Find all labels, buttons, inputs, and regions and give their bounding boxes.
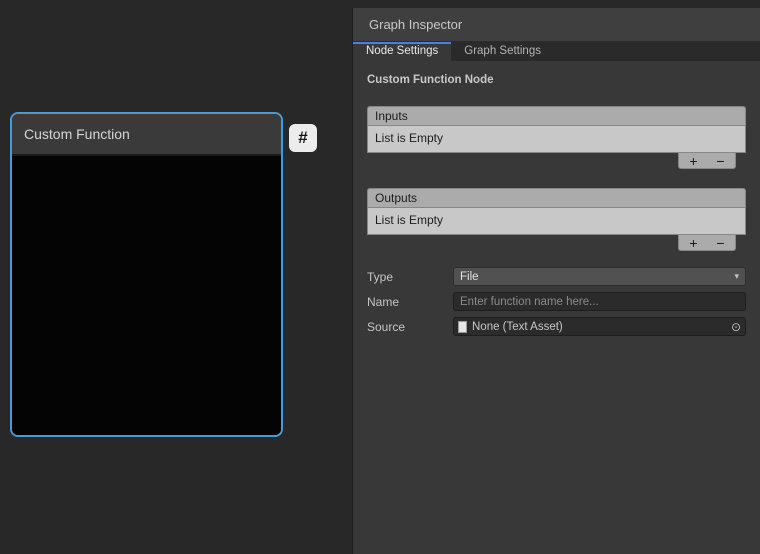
inputs-list-empty-row: List is Empty [367, 126, 746, 153]
graph-canvas[interactable]: Custom Function # Graph Inspector Node S… [0, 0, 760, 554]
property-rows: Type File ▾ Name Source None (Text Asset… [367, 267, 746, 336]
source-object-field[interactable]: None (Text Asset) ⊙ [453, 317, 746, 336]
inputs-list: Inputs List is Empty + − [367, 106, 746, 170]
outputs-list-header: Outputs [367, 188, 746, 208]
node-title-bar[interactable]: Custom Function [12, 114, 281, 156]
outputs-remove-button[interactable]: − [707, 236, 734, 250]
inputs-remove-button[interactable]: − [707, 154, 734, 168]
graph-inspector-panel: Graph Inspector Node Settings Graph Sett… [352, 8, 760, 554]
name-label: Name [367, 295, 453, 309]
outputs-list-empty-row: List is Empty [367, 208, 746, 235]
type-label: Type [367, 270, 453, 284]
chevron-down-icon: ▾ [734, 271, 739, 282]
source-label: Source [367, 320, 453, 334]
custom-function-node[interactable]: Custom Function [10, 112, 283, 437]
section-title: Custom Function Node [367, 74, 746, 86]
outputs-list: Outputs List is Empty + − [367, 188, 746, 252]
type-row: Type File ▾ [367, 267, 746, 286]
panel-title: Graph Inspector [369, 17, 462, 32]
inputs-list-title: Inputs [375, 109, 408, 123]
object-picker-icon[interactable]: ⊙ [727, 318, 745, 335]
source-object-value: None (Text Asset) [472, 321, 563, 333]
outputs-list-footer: + − [367, 235, 746, 252]
inspector-content: Custom Function Node Inputs List is Empt… [353, 74, 760, 336]
inputs-list-footer: + − [367, 153, 746, 170]
tab-graph-settings[interactable]: Graph Settings [451, 42, 554, 61]
type-dropdown-value: File [460, 271, 479, 283]
panel-title-bar[interactable]: Graph Inspector [353, 8, 760, 42]
source-row: Source None (Text Asset) ⊙ [367, 317, 746, 336]
outputs-list-title: Outputs [375, 191, 417, 205]
inputs-list-header: Inputs [367, 106, 746, 126]
name-row: Name [367, 292, 746, 311]
node-title: Custom Function [24, 126, 130, 142]
outputs-add-button[interactable]: + [680, 236, 707, 250]
type-dropdown[interactable]: File ▾ [453, 267, 746, 286]
text-asset-icon [458, 321, 467, 333]
tab-bar: Node Settings Graph Settings [353, 42, 760, 61]
node-preview-area [12, 156, 281, 437]
tab-node-settings[interactable]: Node Settings [353, 42, 451, 61]
inputs-add-button[interactable]: + [680, 154, 707, 168]
function-name-input[interactable] [453, 292, 746, 311]
custom-function-hash-icon: # [289, 124, 317, 152]
